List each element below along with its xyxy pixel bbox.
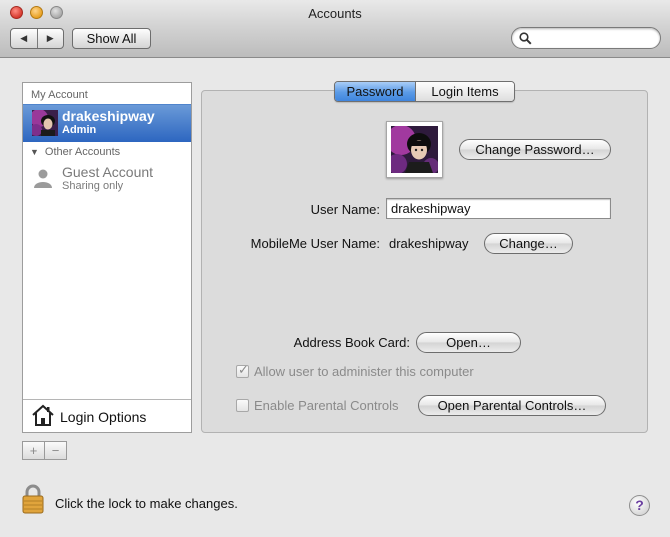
parental-controls-checkbox[interactable] xyxy=(236,399,249,412)
disclosure-triangle-icon[interactable]: ▼ xyxy=(30,147,39,157)
my-account-header: My Account xyxy=(31,89,88,101)
user-name-label: User Name: xyxy=(310,202,380,217)
accounts-list: My Account drakeshipway Admin ▼ Other Ac… xyxy=(22,82,192,433)
forward-arrow-icon: ▶ xyxy=(46,33,54,43)
tab-password[interactable]: Password xyxy=(335,82,415,101)
open-parental-controls-button[interactable]: Open Parental Controls… xyxy=(418,395,606,416)
help-button[interactable]: ? xyxy=(629,495,650,516)
guest-account-name[interactable]: Guest Account xyxy=(62,164,153,180)
user-avatar xyxy=(32,110,58,136)
change-password-button[interactable]: Change Password… xyxy=(459,139,611,160)
search-field[interactable] xyxy=(511,27,661,49)
window-toolbar: Accounts ◀ ▶ Show All xyxy=(0,0,670,58)
add-remove-control: + − xyxy=(22,441,67,460)
account-item-drakeshipway[interactable]: drakeshipway Admin xyxy=(23,104,191,142)
lock-icon[interactable] xyxy=(22,484,44,514)
address-book-card-label: Address Book Card: xyxy=(293,335,410,350)
account-name: drakeshipway xyxy=(62,108,155,124)
user-picture[interactable] xyxy=(386,121,443,178)
allow-admin-checkbox-row: ✓ Allow user to administer this computer xyxy=(236,362,474,379)
login-options-label: Login Options xyxy=(60,409,147,425)
address-book-open-button[interactable]: Open… xyxy=(416,332,521,353)
back-forward-control: ◀ ▶ xyxy=(10,28,64,49)
login-options-item[interactable]: Login Options xyxy=(23,399,191,432)
mobileme-user-name-value: drakeshipway xyxy=(389,236,469,251)
back-button[interactable]: ◀ xyxy=(11,29,37,48)
checkmark-icon: ✓ xyxy=(238,362,249,377)
window-title: Accounts xyxy=(308,6,362,21)
mobileme-user-name-label: MobileMe User Name: xyxy=(250,236,380,251)
guest-user-icon xyxy=(34,169,52,188)
search-icon xyxy=(519,32,532,45)
user-name-field[interactable] xyxy=(386,198,611,219)
account-role: Admin xyxy=(62,124,97,136)
allow-admin-label: Allow user to administer this computer xyxy=(254,364,474,379)
tab-login-items[interactable]: Login Items xyxy=(415,82,514,101)
other-accounts-label: Other Accounts xyxy=(44,146,121,158)
guest-account-subtitle: Sharing only xyxy=(62,180,124,192)
parental-controls-label: Enable Parental Controls xyxy=(254,398,399,413)
house-icon xyxy=(32,404,54,426)
parental-controls-checkbox-row: Enable Parental Controls xyxy=(236,398,399,413)
other-accounts-header[interactable]: ▼ Other Accounts xyxy=(30,146,120,158)
mobileme-change-button[interactable]: Change… xyxy=(484,233,573,254)
back-arrow-icon: ◀ xyxy=(20,33,28,43)
add-account-button[interactable]: + xyxy=(23,442,44,459)
remove-account-button[interactable]: − xyxy=(44,442,66,459)
show-all-button[interactable]: Show All xyxy=(72,28,151,49)
search-input[interactable] xyxy=(536,30,654,46)
lock-message: Click the lock to make changes. xyxy=(55,496,238,511)
allow-admin-checkbox[interactable]: ✓ xyxy=(236,362,249,378)
account-tabs: Password Login Items xyxy=(334,81,515,102)
forward-button[interactable]: ▶ xyxy=(36,29,64,48)
